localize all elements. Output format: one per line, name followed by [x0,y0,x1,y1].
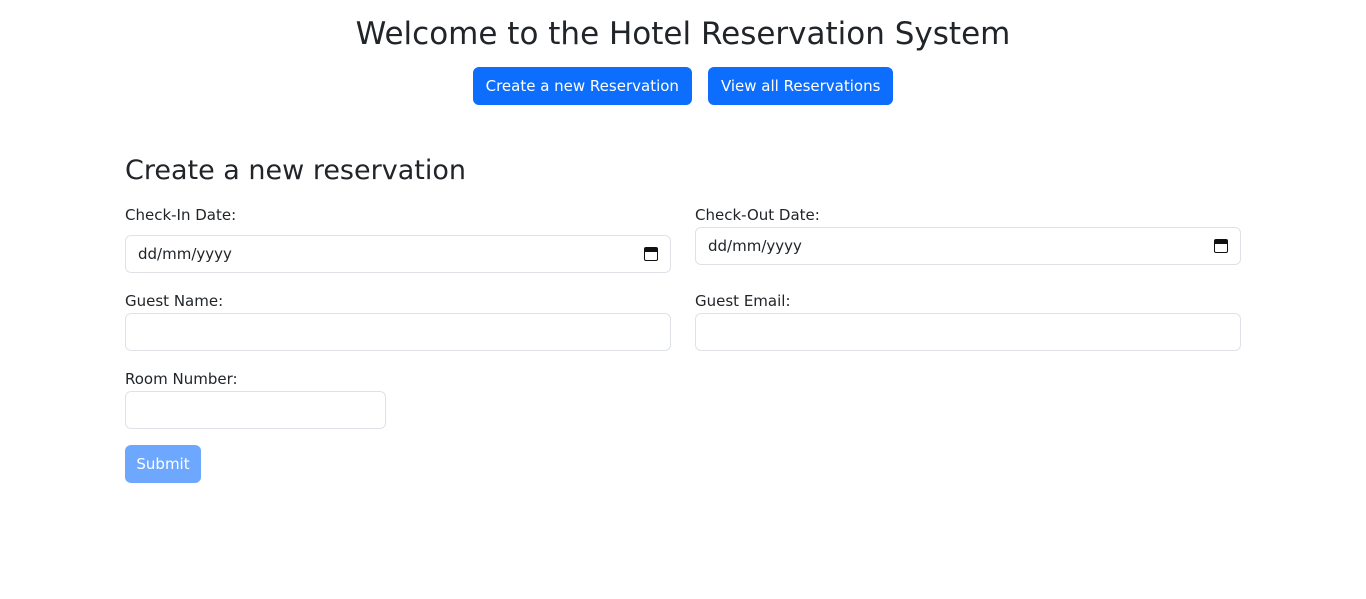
calendar-icon[interactable] [1214,239,1228,253]
guest-name-label: Guest Name: [125,292,224,310]
submit-button[interactable]: Submit [125,445,201,483]
nav-buttons: Create a new Reservation View all Reserv… [0,67,1366,105]
check-out-date-value: dd/mm/yyyy [708,237,802,255]
create-reservation-button[interactable]: Create a new Reservation [472,67,692,105]
form-title: Create a new reservation [125,155,466,186]
check-out-label: Check-Out Date: [695,206,820,224]
calendar-icon[interactable] [644,247,658,261]
check-in-date-value: dd/mm/yyyy [138,245,232,263]
guest-email-label: Guest Email: [695,292,791,310]
check-in-date-input[interactable]: dd/mm/yyyy [125,235,671,273]
view-reservations-button[interactable]: View all Reservations [707,67,894,105]
page: Welcome to the Hotel Reservation System … [0,0,1366,599]
room-number-input[interactable] [125,391,386,429]
check-in-label: Check-In Date: [125,206,237,224]
page-title: Welcome to the Hotel Reservation System [355,16,1011,52]
check-out-date-input[interactable]: dd/mm/yyyy [695,227,1241,265]
room-number-label: Room Number: [125,370,238,388]
guest-name-input[interactable] [125,313,671,351]
guest-email-input[interactable] [695,313,1241,351]
